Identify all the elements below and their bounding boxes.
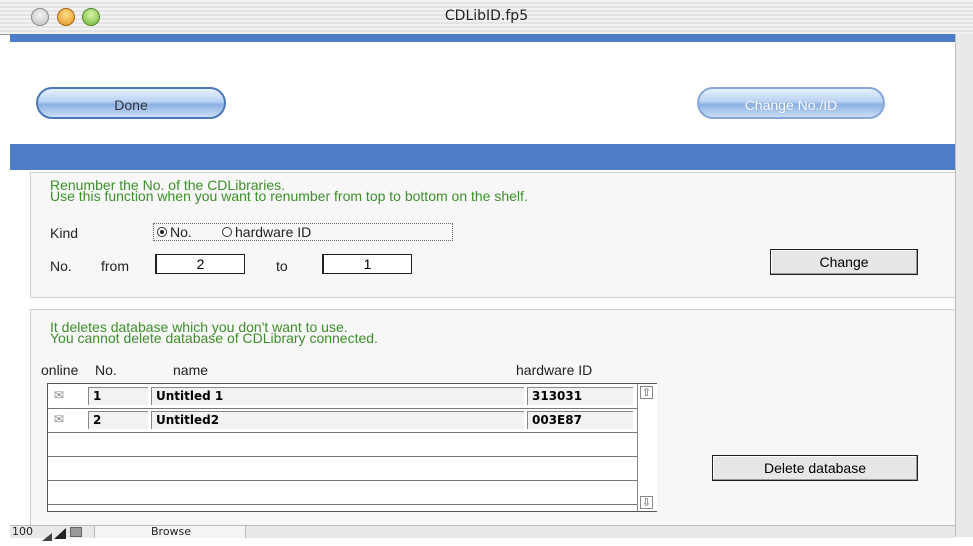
mail-icon: ✉	[54, 412, 65, 426]
no-label: No.	[50, 258, 72, 274]
change-no-id-button[interactable]: Change No./ID	[697, 87, 885, 119]
from-label: from	[101, 258, 129, 274]
window-title: CDLibID.fp5	[444, 8, 529, 24]
done-button[interactable]: Done	[36, 87, 226, 119]
kind-label: Kind	[50, 225, 79, 241]
from-field[interactable]: 2	[155, 254, 245, 274]
scroll-down-arrow-icon[interactable]: ⇩	[640, 496, 653, 509]
delete-description-line2: You cannot delete database of CDLibrary …	[50, 330, 378, 346]
row-no[interactable]: 2	[88, 411, 148, 429]
header-top-band	[10, 34, 955, 42]
zoom-out-icon[interactable]	[42, 528, 52, 541]
mail-icon: ✉	[54, 388, 65, 402]
table-row[interactable]	[48, 480, 638, 505]
row-hardware-id[interactable]: 313031	[527, 387, 633, 405]
scroll-up-arrow-icon[interactable]: ⇧	[640, 386, 653, 399]
status-bar: 100 Browse	[10, 525, 955, 541]
delete-database-button[interactable]: Delete database	[712, 455, 918, 481]
row-name[interactable]: Untitled2	[151, 411, 524, 429]
row-name[interactable]: Untitled 1	[151, 387, 524, 405]
table-row[interactable]	[48, 432, 638, 457]
list-scrollbar[interactable]: ⇧ ⇩	[637, 384, 657, 511]
column-header-online: online	[41, 362, 79, 378]
header-bottom-band	[10, 144, 955, 170]
change-button[interactable]: Change	[770, 249, 918, 275]
title-bar[interactable]: CDLibID.fp5	[0, 0, 973, 35]
column-header-no: No.	[95, 362, 117, 378]
column-header-hardware-id: hardware ID	[516, 362, 593, 378]
status-toggle-icon[interactable]	[70, 527, 82, 537]
row-no[interactable]: 1	[88, 387, 148, 405]
window-scrollbar[interactable]	[955, 34, 973, 537]
column-header-name: name	[173, 362, 209, 378]
table-row[interactable]	[48, 456, 638, 481]
table-row[interactable]: ✉ 2 Untitled2 003E87	[48, 408, 638, 433]
renumber-description-line2: Use this function when you want to renum…	[50, 188, 528, 204]
kind-radio-group: No. hardware ID	[153, 223, 453, 241]
zoom-level[interactable]: 100	[12, 526, 33, 538]
table-row[interactable]: ✉ 1 Untitled 1 313031	[48, 384, 638, 409]
database-list[interactable]: ✉ 1 Untitled 1 313031 ✉ 2 Untitled2 003E…	[47, 383, 657, 512]
kind-no-radio[interactable]	[157, 227, 167, 237]
kind-no-label: No.	[170, 224, 192, 240]
kind-hardware-id-label: hardware ID	[235, 224, 312, 240]
to-label: to	[276, 258, 288, 274]
row-hardware-id[interactable]: 003E87	[527, 411, 633, 429]
mode-indicator[interactable]: Browse	[94, 526, 246, 538]
zoom-in-icon[interactable]	[54, 526, 66, 539]
to-field[interactable]: 1	[322, 254, 412, 274]
kind-hardware-id-radio[interactable]	[222, 227, 232, 237]
